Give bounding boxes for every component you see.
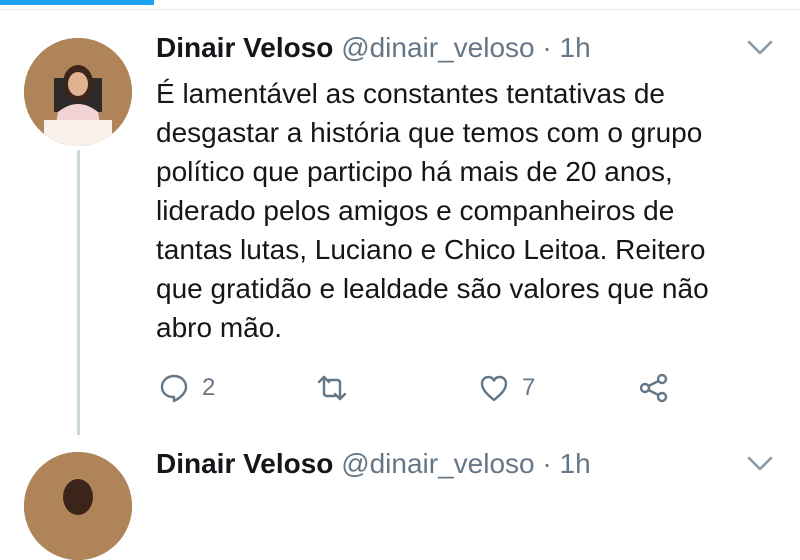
avatar[interactable] [24, 452, 132, 560]
like-icon [480, 375, 508, 402]
reply-button[interactable]: 2 [158, 368, 215, 408]
reply-icon [160, 374, 188, 403]
tweet-header: Dinair Veloso @dinair_veloso · 1h [156, 446, 591, 482]
timestamp[interactable]: 1h [560, 448, 591, 479]
tweet-actions: 2 7 [156, 368, 696, 408]
header-separator: · [542, 32, 552, 63]
tweet[interactable]: Dinair Veloso @dinair_veloso · 1h É lame… [0, 10, 800, 450]
thread-line [77, 150, 80, 435]
author-handle[interactable]: @dinair_veloso [341, 448, 534, 479]
share-icon [639, 373, 668, 403]
avatar-photo [24, 452, 132, 560]
chevron-down-icon[interactable] [746, 454, 774, 474]
timestamp[interactable]: 1h [560, 32, 591, 63]
reply-count: 2 [202, 374, 216, 401]
avatar[interactable] [24, 38, 132, 146]
author-name[interactable]: Dinair Veloso [156, 448, 333, 479]
retweet-icon [317, 375, 347, 401]
chevron-down-icon[interactable] [746, 38, 774, 58]
tweet-header: Dinair Veloso @dinair_veloso · 1h [156, 30, 591, 66]
author-handle[interactable]: @dinair_veloso [341, 32, 534, 63]
retweet-button[interactable] [316, 368, 360, 408]
like-button[interactable]: 7 [478, 368, 535, 408]
tweet[interactable]: Dinair Veloso @dinair_veloso · 1h [0, 440, 800, 560]
share-button[interactable] [638, 368, 670, 408]
author-name[interactable]: Dinair Veloso [156, 32, 333, 63]
active-tab-indicator [0, 0, 154, 5]
avatar-photo [24, 38, 132, 146]
header-separator: · [542, 448, 552, 479]
tweet-text: É lamentável as constantes tentativas de… [156, 78, 717, 343]
like-count: 7 [522, 374, 536, 401]
